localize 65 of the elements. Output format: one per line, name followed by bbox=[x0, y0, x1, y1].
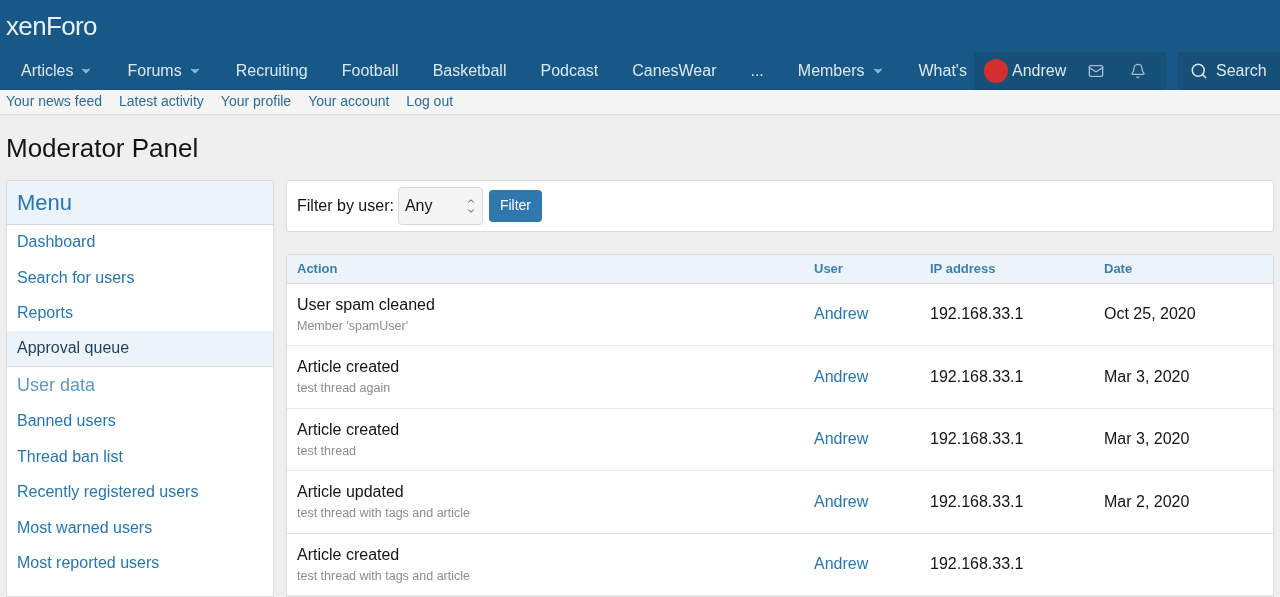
search-button[interactable]: Search bbox=[1178, 52, 1280, 90]
column-header: Action bbox=[297, 259, 339, 278]
nav-tab[interactable]: ... bbox=[735, 59, 779, 83]
action-cell-text: Article created bbox=[297, 357, 401, 378]
subnav-link[interactable]: Log out bbox=[406, 91, 454, 113]
bell-icon[interactable] bbox=[1130, 63, 1147, 79]
sidebar-item[interactable]: Recently registered users bbox=[7, 474, 273, 510]
nav-tab[interactable]: CanesWear bbox=[617, 59, 732, 83]
ip-cell-text: 192.168.33.1 bbox=[930, 554, 1025, 575]
search-icon bbox=[1190, 62, 1208, 80]
page-title: Moderator Panel bbox=[5, 131, 200, 165]
nav-tab[interactable]: Members bbox=[782, 59, 900, 83]
nav-tab[interactable]: What's bbox=[903, 59, 974, 83]
date-cell-text: Mar 3, 2020 bbox=[1104, 366, 1191, 387]
column-header: IP address bbox=[930, 259, 997, 278]
user-link[interactable]: Andrew bbox=[814, 302, 930, 327]
action-detail: Member 'spamUser' bbox=[297, 317, 410, 335]
site-logo[interactable]: xenForo bbox=[6, 6, 97, 46]
nav-tab[interactable]: Articles bbox=[6, 59, 109, 83]
ip-cell-text: 192.168.33.1 bbox=[930, 429, 1025, 450]
action-detail: test thread with tags and article bbox=[297, 567, 471, 585]
sidebar-item[interactable]: Most warned users bbox=[7, 510, 273, 546]
user-link[interactable]: Andrew bbox=[814, 552, 930, 577]
action-cell-text: Article created bbox=[297, 544, 401, 565]
ip-cell-text: 192.168.33.1 bbox=[930, 304, 1025, 325]
sidebar-item[interactable]: Search for users bbox=[7, 260, 273, 296]
date-cell-text: Mar 3, 2020 bbox=[1104, 429, 1191, 450]
date-cell-text: Oct 25, 2020 bbox=[1104, 304, 1197, 325]
nav-tab[interactable]: Basketball bbox=[417, 59, 522, 83]
subnav-link[interactable]: Latest activity bbox=[119, 91, 204, 113]
filter-button[interactable]: Filter bbox=[488, 189, 543, 222]
ip-cell-text: 192.168.33.1 bbox=[930, 491, 1025, 512]
nav-tab[interactable]: Forums bbox=[112, 59, 217, 83]
ip-cell-text: 192.168.33.1 bbox=[930, 366, 1025, 387]
sidebar-item[interactable]: Approval queue bbox=[7, 331, 273, 367]
user-link[interactable]: Andrew bbox=[814, 489, 930, 514]
subnav-link[interactable]: Your account bbox=[308, 91, 390, 113]
user-link[interactable]: Andrew bbox=[814, 427, 930, 452]
action-cell-text: Article updated bbox=[297, 482, 405, 503]
sidebar-item[interactable]: Banned users bbox=[7, 403, 273, 439]
filter-label: Filter by user: bbox=[297, 195, 394, 216]
avatar-icon bbox=[984, 59, 1008, 83]
user-link[interactable]: Andrew bbox=[814, 364, 930, 389]
subnav-link[interactable]: Your news feed bbox=[6, 91, 102, 113]
sidebar-section-heading: User data bbox=[16, 373, 97, 397]
sidebar-item[interactable]: Dashboard bbox=[7, 224, 273, 260]
user-select[interactable]: Any bbox=[397, 186, 483, 225]
sidebar-item[interactable]: Most reported users bbox=[7, 545, 273, 581]
nav-tab[interactable]: Recruiting bbox=[220, 59, 323, 83]
nav-tab[interactable]: Football bbox=[326, 59, 414, 83]
action-detail: test thread with tags and article bbox=[297, 505, 471, 523]
sidebar-item[interactable]: Reports bbox=[7, 295, 273, 331]
sidebar-title: Menu bbox=[17, 188, 73, 217]
column-header: Date bbox=[1104, 259, 1134, 278]
subnav-link[interactable]: Your profile bbox=[220, 91, 292, 113]
account-link[interactable]: Andrew bbox=[984, 59, 1067, 83]
sidebar-item[interactable]: Thread ban list bbox=[7, 439, 273, 475]
action-cell-text: Article created bbox=[297, 419, 401, 440]
action-detail: test thread bbox=[297, 442, 358, 460]
date-cell-text: Mar 2, 2020 bbox=[1104, 491, 1191, 512]
action-detail: test thread again bbox=[297, 380, 392, 398]
mail-icon[interactable] bbox=[1088, 63, 1105, 79]
nav-tab[interactable]: Podcast bbox=[525, 59, 614, 83]
column-header: User bbox=[814, 259, 844, 278]
action-cell-text: User spam cleaned bbox=[297, 294, 436, 315]
